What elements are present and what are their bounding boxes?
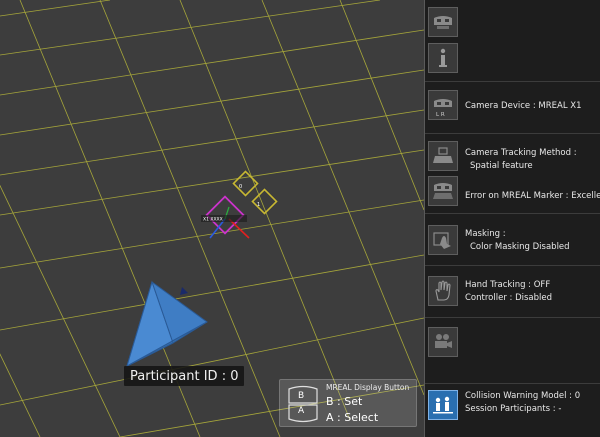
- tracking-icon[interactable]: [428, 141, 458, 171]
- tracking-method-value: Spatial feature: [470, 161, 533, 171]
- collision-text: Collision Warning Model : 0 Session Part…: [465, 390, 580, 416]
- masking-row: Masking : Color Masking Disabled: [425, 214, 600, 266]
- tracking-method: Camera Tracking Method : Spatial feature: [465, 147, 577, 173]
- tracking-row: Camera Tracking Method : Spatial feature…: [425, 134, 600, 214]
- 3d-viewport[interactable]: 0 1 X1 XXXX Participant ID: 0 B A MREAL…: [0, 0, 424, 437]
- a-action-label: A : Select: [326, 411, 379, 424]
- marker-camera-icon[interactable]: [428, 176, 458, 206]
- masking-label: Masking :: [465, 229, 506, 239]
- participant-id-label: Participant ID : 0: [124, 366, 245, 386]
- display-button-title: MREAL Display Button: [326, 383, 410, 392]
- mreal-app: 0 1 X1 XXXX Participant ID: 0 B A MREAL…: [0, 0, 600, 437]
- mreal-display-button-hint: B A MREAL Display Button B : Set A : Sel…: [279, 379, 417, 427]
- hand-tracking-text: Hand Tracking : OFF Controller : Disable…: [465, 279, 552, 305]
- masking-text: Masking : Color Masking Disabled: [465, 228, 570, 254]
- marker-1-label: 1: [257, 202, 260, 208]
- hand-tracking-status: Hand Tracking : OFF: [465, 280, 551, 290]
- camera-device-icon-sub: L R: [436, 112, 445, 118]
- status-panel: L R Camera Device : MREAL X1 Camera Trac…: [424, 0, 600, 437]
- controller-status: Controller : Disabled: [465, 293, 553, 303]
- session-participants: Session Participants : -: [465, 404, 562, 414]
- marker-1[interactable]: 1: [251, 188, 278, 215]
- panel-top-icons: [425, 0, 600, 82]
- b-action-label: B : Set: [326, 395, 363, 408]
- camera-device-row: L R Camera Device : MREAL X1: [425, 82, 600, 134]
- info-icon[interactable]: [428, 43, 458, 73]
- tracking-method-label: Camera Tracking Method :: [465, 148, 577, 158]
- marker-0-label: 0: [239, 184, 242, 190]
- collision-row: Collision Warning Model : 0 Session Part…: [425, 384, 600, 437]
- camera-device-text: Camera Device : MREAL X1: [465, 101, 582, 111]
- camera-icon[interactable]: [428, 7, 458, 37]
- camera-device-icon[interactable]: L R: [428, 90, 458, 120]
- hand-icon[interactable]: [428, 276, 458, 306]
- b-key-label: B: [298, 391, 305, 401]
- video-row: [425, 318, 600, 384]
- hand-tracking-row: Hand Tracking : OFF Controller : Disable…: [425, 266, 600, 318]
- a-key-label: A: [298, 406, 305, 416]
- masking-icon[interactable]: [428, 225, 458, 255]
- participant-avatar[interactable]: [126, 280, 208, 368]
- marker-error-text: Error on MREAL Marker : Excellent: [465, 191, 600, 201]
- camera-marker-label: X1 XXXX: [203, 217, 223, 223]
- video-camera-icon[interactable]: [428, 327, 458, 357]
- masking-value: Color Masking Disabled: [470, 242, 570, 252]
- collision-model: Collision Warning Model : 0: [465, 391, 581, 401]
- collision-icon[interactable]: [428, 390, 458, 420]
